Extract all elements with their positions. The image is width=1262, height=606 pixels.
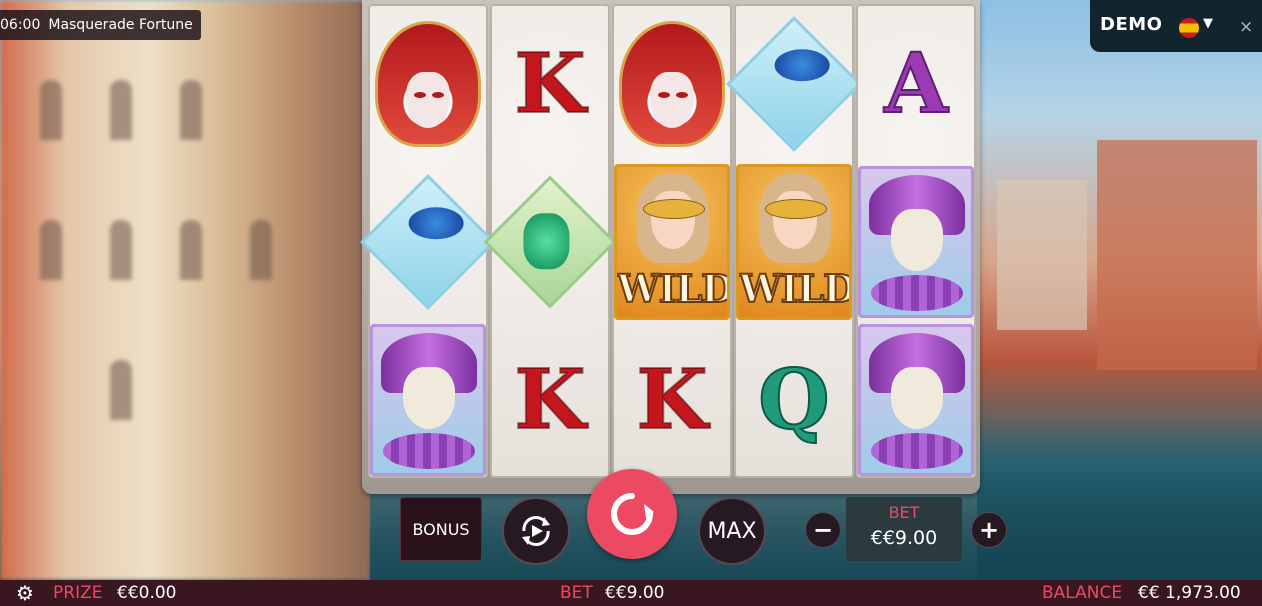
symbol-k: K [492, 6, 608, 162]
bet-box-value: €€9.00 [870, 527, 938, 549]
purple-jester-icon [370, 324, 486, 476]
wild-label: WILD [617, 265, 730, 312]
game-title-badge: 06:00 Masquerade Fortune [0, 10, 201, 40]
symbol-red-jester-mask [370, 6, 486, 162]
blue-mask-icon [726, 16, 862, 152]
symbol-wild: WILD [614, 164, 730, 320]
status-bar: ⚙ PRIZE €€0.00 BET €€9.00 BALANCE €€ 1,9… [0, 580, 1262, 606]
max-bet-button[interactable]: MAX [698, 497, 766, 565]
demo-label: DEMO [1100, 14, 1163, 35]
bet-label: BET [560, 583, 593, 603]
reel-3: WILD K [612, 4, 732, 478]
autoplay-icon [522, 516, 550, 546]
bet-box-label: BET [888, 503, 920, 522]
symbol-blue-diamond-mask [726, 6, 862, 162]
reel-5: A [856, 4, 976, 478]
game-title: Masquerade Fortune [48, 17, 193, 33]
reel-1 [360, 4, 496, 478]
purple-jester-icon [858, 166, 974, 318]
prize-value: €€0.00 [117, 583, 177, 603]
decrease-bet-button[interactable]: − [805, 512, 841, 548]
symbol-purple-jester [858, 164, 974, 320]
letter-q: Q [757, 352, 830, 448]
autoplay-button[interactable] [502, 497, 570, 565]
wild-lady-icon: WILD [736, 164, 852, 320]
spain-flag-icon[interactable] [1179, 18, 1199, 38]
bonus-button[interactable]: BONUS [400, 497, 482, 561]
symbol-k: K [492, 322, 608, 478]
reels-frame: K K WILD K WILD Q A [360, 0, 980, 494]
red-jester-mask-icon [619, 21, 725, 147]
spin-icon [611, 493, 654, 535]
wild-label: WILD [739, 265, 852, 312]
symbol-k: K [614, 322, 730, 478]
demo-panel: DEMO ▼ × [1090, 0, 1262, 52]
wild-lady-icon: WILD [614, 164, 730, 320]
increase-bet-button[interactable]: + [971, 512, 1007, 548]
reel-4: WILD Q [726, 4, 862, 478]
symbol-green-beak-mask [483, 164, 617, 320]
letter-k: K [635, 352, 708, 448]
symbol-purple-jester [370, 322, 486, 478]
purple-jester-icon [858, 324, 974, 476]
symbol-purple-jester [858, 322, 974, 478]
balance-label: BALANCE [1042, 583, 1123, 603]
gear-icon[interactable]: ⚙ [16, 580, 34, 606]
red-jester-mask-icon [375, 21, 481, 147]
clock-time: 06:00 [0, 17, 41, 33]
spin-button[interactable] [587, 469, 677, 559]
symbol-a: A [858, 6, 974, 162]
symbol-blue-diamond-mask [360, 164, 496, 320]
symbol-red-jester-mask [614, 6, 730, 162]
symbol-q: Q [736, 322, 852, 478]
reel-2: K K [483, 4, 617, 478]
close-icon[interactable]: × [1239, 17, 1253, 37]
letter-a: A [883, 36, 949, 132]
symbol-wild: WILD [736, 164, 852, 320]
prize-label: PRIZE [53, 583, 103, 603]
letter-k: K [513, 352, 586, 448]
background-building-left [0, 0, 370, 580]
letter-k: K [513, 36, 586, 132]
blue-mask-icon [360, 174, 496, 310]
language-caret-icon[interactable]: ▼ [1203, 16, 1213, 31]
balance-value: €€ 1,973.00 [1138, 583, 1241, 603]
green-mask-icon [483, 175, 617, 309]
bet-value: €€9.00 [605, 583, 665, 603]
bet-display: BET €€9.00 [846, 497, 962, 561]
